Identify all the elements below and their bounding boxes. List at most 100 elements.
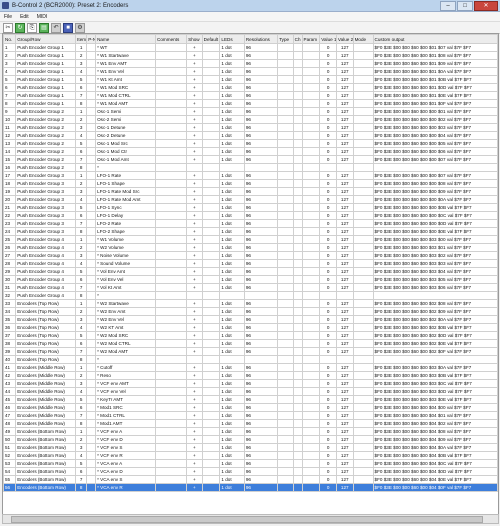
- table-row[interactable]: 2 Push Encoder Group 1 2 * W1 Startwave +1 d…: [3, 51, 498, 60]
- table-cell[interactable]: LFO-1 Sync: [95, 203, 157, 212]
- table-cell[interactable]: 7: [75, 475, 88, 484]
- table-cell[interactable]: [352, 427, 374, 436]
- table-cell[interactable]: 0: [319, 235, 337, 244]
- table-cell[interactable]: [201, 75, 221, 84]
- table-cell[interactable]: [86, 211, 97, 220]
- table-cell[interactable]: [155, 171, 188, 180]
- table-cell[interactable]: [277, 387, 294, 396]
- table-cell[interactable]: +: [186, 363, 203, 372]
- table-cell[interactable]: 127: [335, 171, 354, 180]
- table-cell[interactable]: [155, 203, 188, 212]
- table-cell[interactable]: 127: [335, 195, 354, 204]
- table-cell[interactable]: 1 dot: [219, 275, 245, 284]
- table-cell[interactable]: 127: [335, 179, 354, 188]
- table-row[interactable]: 49 Encoders (Bottom Row) 1 * VCF env A +1 do…: [3, 427, 498, 436]
- table-cell[interactable]: [277, 171, 294, 180]
- table-cell[interactable]: 10: [3, 115, 17, 124]
- table-cell[interactable]: 7: [75, 91, 88, 100]
- table-cell[interactable]: 25: [3, 235, 17, 244]
- table-cell[interactable]: [301, 291, 321, 300]
- table-cell[interactable]: [292, 259, 303, 268]
- table-cell[interactable]: [155, 83, 188, 92]
- table-cell[interactable]: +: [186, 459, 203, 468]
- table-cell[interactable]: 96: [243, 323, 279, 332]
- table-cell[interactable]: 127: [335, 411, 354, 420]
- column-header[interactable]: LEDs: [219, 34, 245, 44]
- table-cell[interactable]: 1 dot: [219, 99, 245, 108]
- table-cell[interactable]: [292, 227, 303, 236]
- table-cell[interactable]: * W2 Env Vel: [95, 315, 157, 324]
- table-cell[interactable]: [86, 443, 97, 452]
- table-row[interactable]: 45 Encoders (Middle Row) 5 * KeyTr AMT +1 do…: [3, 395, 498, 404]
- table-cell[interactable]: 0: [319, 67, 337, 76]
- table-cell[interactable]: * VCF env D: [95, 435, 157, 444]
- table-cell[interactable]: [352, 339, 374, 348]
- table-cell[interactable]: $F0 $3E $00 $00 $60 $00 $00 $0E val $7F …: [372, 227, 498, 236]
- table-cell[interactable]: $F0 $3E $00 $00 $60 $00 $03 $00 val $7F …: [372, 235, 498, 244]
- table-cell[interactable]: LFO-1 Rate: [95, 171, 157, 180]
- table-cell[interactable]: 127: [335, 155, 354, 164]
- table-cell[interactable]: Encoders (Middle Row): [15, 387, 77, 396]
- table-cell[interactable]: 43: [3, 379, 17, 388]
- table-cell[interactable]: 0: [319, 475, 337, 484]
- table-cell[interactable]: 96: [243, 267, 279, 276]
- table-cell[interactable]: 1 dot: [219, 115, 245, 124]
- table-cell[interactable]: [277, 291, 294, 300]
- table-cell[interactable]: 8: [75, 483, 88, 492]
- column-header[interactable]: Ch: [292, 34, 303, 44]
- table-cell[interactable]: [155, 187, 188, 196]
- table-cell[interactable]: +: [186, 243, 203, 252]
- table-row[interactable]: 23 Push Encoder Group 3 7 LFO-2 Rate +1 dot 9…: [3, 219, 498, 228]
- table-cell[interactable]: 6: [75, 275, 88, 284]
- table-cell[interactable]: [292, 83, 303, 92]
- table-cell[interactable]: Osc-1 Detune: [95, 123, 157, 132]
- table-cell[interactable]: $F0 $3E $00 $00 $60 $00 $03 $05 val $7F …: [372, 275, 498, 284]
- table-cell[interactable]: 96: [243, 99, 279, 108]
- table-cell[interactable]: [201, 467, 221, 476]
- table-cell[interactable]: [301, 387, 321, 396]
- table-cell[interactable]: 96: [243, 443, 279, 452]
- table-cell[interactable]: [155, 435, 188, 444]
- table-cell[interactable]: $F0 $3E $00 $00 $60 $00 $02 $09 val $7F …: [372, 307, 498, 316]
- table-cell[interactable]: 127: [335, 371, 354, 380]
- table-cell[interactable]: [301, 275, 321, 284]
- table-cell[interactable]: [352, 347, 374, 356]
- table-cell[interactable]: $F0 $3E $00 $00 $60 $00 $04 $02 val $7F …: [372, 419, 498, 428]
- table-cell[interactable]: +: [186, 307, 203, 316]
- table-cell[interactable]: +: [186, 379, 203, 388]
- table-cell[interactable]: [155, 243, 188, 252]
- table-cell[interactable]: 127: [335, 467, 354, 476]
- table-cell[interactable]: +: [186, 171, 203, 180]
- table-cell[interactable]: 1 dot: [219, 283, 245, 292]
- table-cell[interactable]: 127: [335, 323, 354, 332]
- table-cell[interactable]: [86, 451, 97, 460]
- table-cell[interactable]: [155, 347, 188, 356]
- table-cell[interactable]: *: [95, 291, 157, 300]
- table-cell[interactable]: 127: [335, 331, 354, 340]
- table-cell[interactable]: $F0 $3E $00 $00 $60 $00 $02 $0A val $7F …: [372, 315, 498, 324]
- table-cell[interactable]: 53: [3, 459, 17, 468]
- table-row[interactable]: 52 Encoders (Bottom Row) 4 * VCF env R +1 do…: [3, 451, 498, 460]
- table-cell[interactable]: +: [186, 467, 203, 476]
- table-cell[interactable]: [86, 99, 97, 108]
- table-cell[interactable]: [155, 363, 188, 372]
- table-row[interactable]: 1 Push Encoder Group 1 1 * WT +1 dot 96 0 127 $F…: [3, 43, 498, 52]
- table-cell[interactable]: [277, 99, 294, 108]
- table-cell[interactable]: 0: [319, 219, 337, 228]
- table-cell[interactable]: 96: [243, 339, 279, 348]
- table-cell[interactable]: [292, 419, 303, 428]
- table-cell[interactable]: $F0 $3E $00 $00 $60 $00 $04 $00 val $7F …: [372, 403, 498, 412]
- table-cell[interactable]: +: [186, 339, 203, 348]
- table-cell[interactable]: 38: [3, 339, 17, 348]
- table-cell[interactable]: 4: [75, 451, 88, 460]
- table-cell[interactable]: [155, 339, 188, 348]
- table-cell[interactable]: [277, 323, 294, 332]
- table-cell[interactable]: [201, 251, 221, 260]
- table-cell[interactable]: [277, 475, 294, 484]
- table-cell[interactable]: [86, 331, 97, 340]
- table-cell[interactable]: [277, 75, 294, 84]
- table-cell[interactable]: [292, 99, 303, 108]
- table-cell[interactable]: [201, 187, 221, 196]
- table-cell[interactable]: [201, 59, 221, 68]
- table-cell[interactable]: 0: [319, 331, 337, 340]
